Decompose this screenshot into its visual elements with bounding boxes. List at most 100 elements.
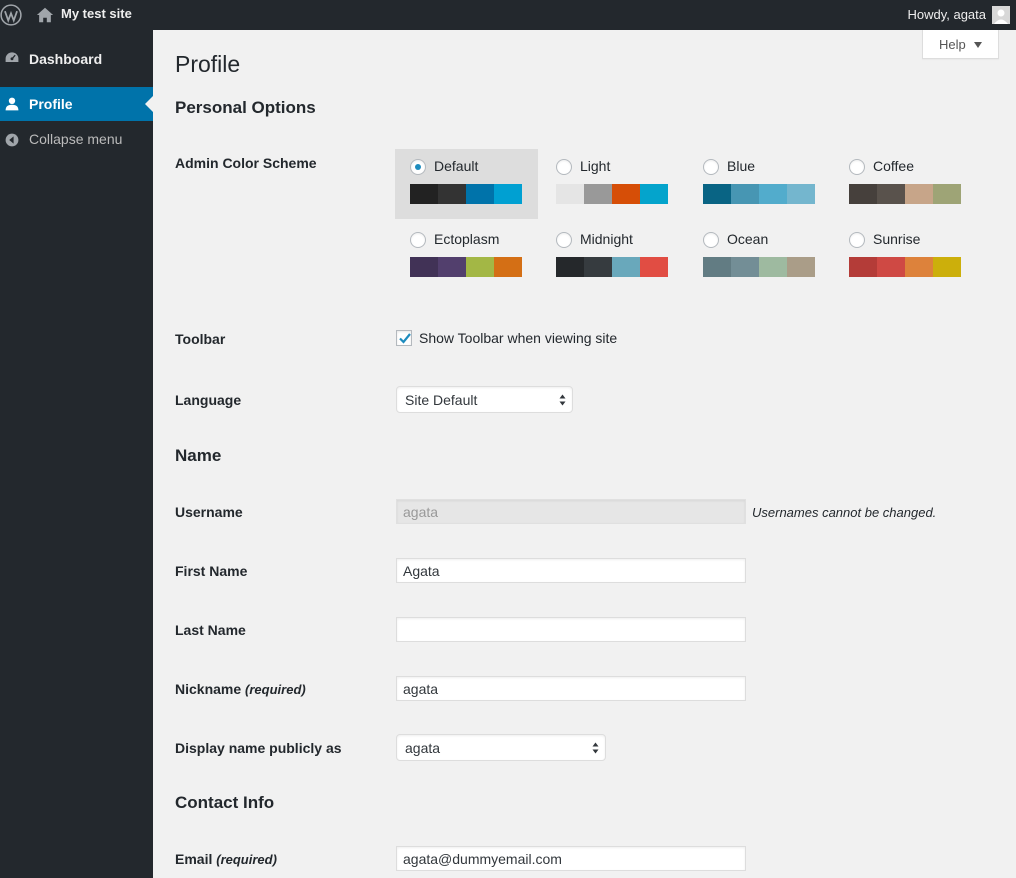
- color-scheme-name: Light: [580, 158, 611, 174]
- show-toolbar-label[interactable]: Show Toolbar when viewing site: [419, 330, 617, 346]
- username-label: Username: [175, 504, 243, 520]
- color-swatch: [584, 184, 612, 204]
- sidebar-item-label: Collapse menu: [29, 131, 123, 147]
- radio-button[interactable]: [410, 159, 426, 175]
- color-swatch: [584, 257, 612, 277]
- active-indicator-arrow: [145, 96, 153, 112]
- color-scheme-label: Admin Color Scheme: [175, 155, 317, 171]
- email-label: Email (required): [175, 851, 277, 867]
- color-swatch: [438, 257, 466, 277]
- howdy-account-link[interactable]: Howdy, agata: [907, 7, 986, 22]
- color-swatches: [703, 184, 815, 204]
- language-select-value: Site Default: [405, 392, 478, 408]
- radio-button[interactable]: [703, 232, 719, 248]
- color-scheme-option-blue[interactable]: Blue: [688, 149, 831, 219]
- color-swatch: [640, 257, 668, 277]
- color-scheme-option-midnight[interactable]: Midnight: [541, 222, 684, 292]
- color-scheme-option-ectoplasm[interactable]: Ectoplasm: [395, 222, 538, 292]
- section-heading-name: Name: [175, 446, 222, 465]
- nickname-field[interactable]: agata: [396, 676, 746, 701]
- radio-button[interactable]: [410, 232, 426, 248]
- email-value: agata@dummyemail.com: [403, 851, 562, 867]
- nickname-label-text: Nickname: [175, 681, 242, 697]
- nickname-value: agata: [403, 681, 439, 697]
- required-marker: (required): [216, 852, 277, 867]
- email-label-text: Email: [175, 851, 213, 867]
- select-arrows-icon: [592, 742, 599, 754]
- radio-button[interactable]: [849, 159, 865, 175]
- color-swatches: [849, 184, 961, 204]
- first-name-field[interactable]: Agata: [396, 558, 746, 583]
- color-swatch: [612, 257, 640, 277]
- color-swatch: [640, 184, 668, 204]
- color-swatch: [494, 184, 522, 204]
- nickname-label: Nickname (required): [175, 681, 306, 697]
- color-swatch: [877, 184, 905, 204]
- display-name-select[interactable]: agata: [396, 734, 606, 761]
- color-swatch: [787, 257, 815, 277]
- color-scheme-name: Blue: [727, 158, 756, 174]
- wordpress-logo-icon[interactable]: [0, 4, 22, 26]
- color-scheme-name: Sunrise: [873, 231, 921, 247]
- help-tab-button[interactable]: Help: [922, 30, 999, 59]
- color-scheme-name: Midnight: [580, 231, 633, 247]
- last-name-label: Last Name: [175, 622, 246, 638]
- color-swatch: [849, 184, 877, 204]
- color-swatches: [849, 257, 961, 277]
- color-scheme-option-light[interactable]: Light: [541, 149, 684, 219]
- radio-button[interactable]: [556, 159, 572, 175]
- color-swatch: [703, 257, 731, 277]
- color-scheme-option-ocean[interactable]: Ocean: [688, 222, 831, 292]
- color-swatch: [905, 184, 933, 204]
- radio-button[interactable]: [556, 232, 572, 248]
- color-scheme-option-sunrise[interactable]: Sunrise: [834, 222, 977, 292]
- display-name-label: Display name publicly as: [175, 740, 342, 756]
- sidebar-item-label: Profile: [29, 96, 73, 112]
- color-swatch: [759, 184, 787, 204]
- color-swatch: [849, 257, 877, 277]
- show-toolbar-checkbox[interactable]: [396, 330, 412, 346]
- language-label: Language: [175, 392, 242, 408]
- color-swatch: [877, 257, 905, 277]
- color-scheme-option-coffee[interactable]: Coffee: [834, 149, 977, 219]
- color-scheme-option-default[interactable]: Default: [395, 149, 538, 219]
- color-swatch: [787, 184, 815, 204]
- color-swatch: [759, 257, 787, 277]
- last-name-field[interactable]: [396, 617, 746, 642]
- collapse-icon: [5, 133, 19, 147]
- first-name-label: First Name: [175, 563, 248, 579]
- color-swatches: [410, 184, 522, 204]
- color-swatch: [731, 184, 759, 204]
- admin-bar: My test site Howdy, agata: [0, 0, 1016, 30]
- color-swatches: [410, 257, 522, 277]
- site-name-link[interactable]: My test site: [61, 6, 132, 21]
- color-swatch: [731, 257, 759, 277]
- section-heading-personal-options: Personal Options: [175, 98, 316, 117]
- color-swatch: [556, 257, 584, 277]
- color-swatch: [933, 184, 961, 204]
- color-swatch: [438, 184, 466, 204]
- color-swatch: [556, 184, 584, 204]
- page-title: Profile: [175, 51, 241, 77]
- username-description: Usernames cannot be changed.: [752, 505, 937, 520]
- radio-button[interactable]: [849, 232, 865, 248]
- sidebar-item-profile[interactable]: Profile: [0, 87, 153, 121]
- avatar[interactable]: [992, 6, 1010, 24]
- collapse-menu-button[interactable]: Collapse menu: [0, 130, 153, 150]
- home-icon[interactable]: [36, 6, 54, 24]
- sidebar-item-dashboard[interactable]: Dashboard: [0, 48, 153, 68]
- language-select[interactable]: Site Default: [396, 386, 573, 413]
- color-swatch: [410, 184, 438, 204]
- color-scheme-name: Coffee: [873, 158, 914, 174]
- color-swatch: [612, 184, 640, 204]
- email-field[interactable]: agata@dummyemail.com: [396, 846, 746, 871]
- username-value: agata: [403, 504, 439, 520]
- color-swatch: [905, 257, 933, 277]
- radio-button[interactable]: [703, 159, 719, 175]
- first-name-value: Agata: [403, 563, 440, 579]
- username-field: agata: [396, 499, 746, 524]
- color-swatches: [703, 257, 815, 277]
- color-scheme-name: Ectoplasm: [434, 231, 500, 247]
- display-name-select-value: agata: [405, 740, 441, 756]
- avatar-icon: [992, 6, 1010, 24]
